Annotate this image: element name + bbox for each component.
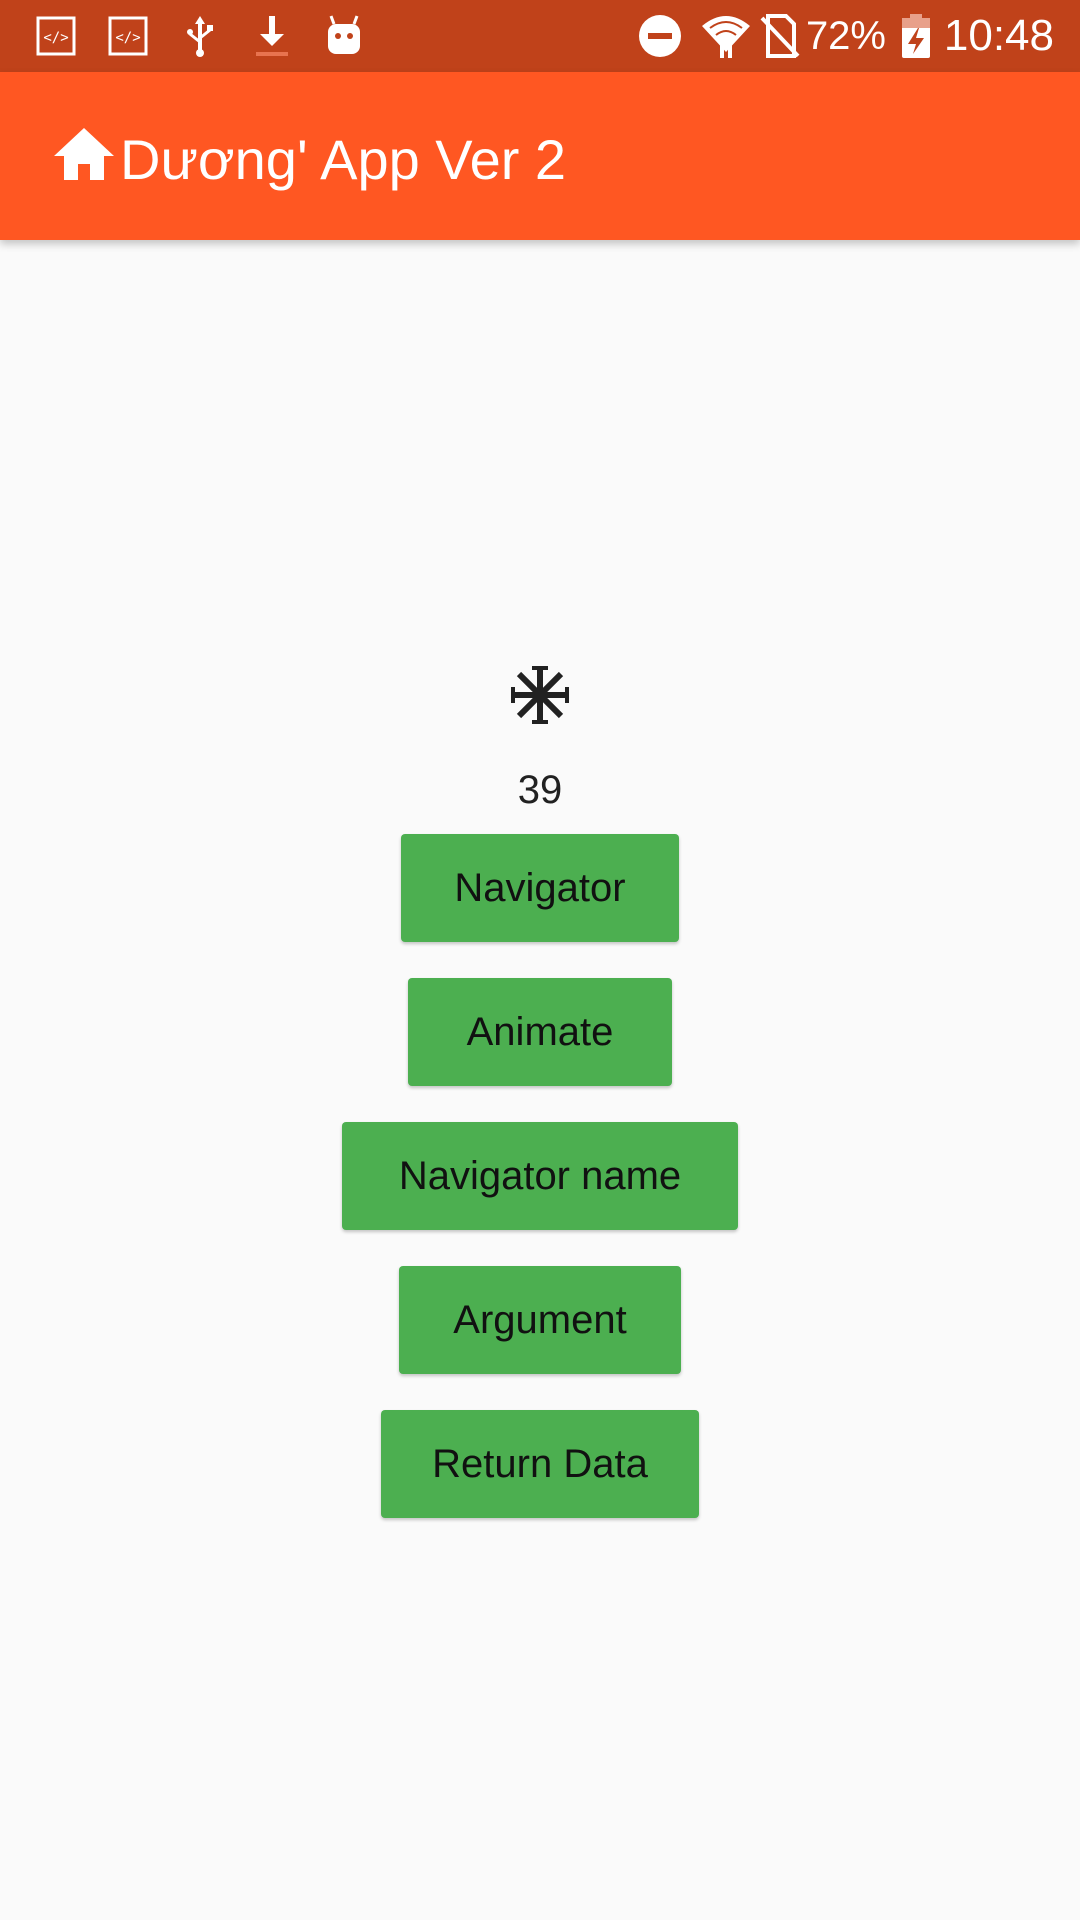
download-icon <box>248 12 296 60</box>
home-icon[interactable] <box>52 122 116 186</box>
status-time: 10:48 <box>943 11 1054 60</box>
animate-button[interactable]: Animate <box>408 978 672 1086</box>
main-content: 39 Navigator Animate Navigator name Argu… <box>0 240 1080 1920</box>
snowflake-icon <box>509 664 571 726</box>
status-bar: </> </> 72% 10:48 <box>0 0 1080 72</box>
code-icon: </> <box>104 12 152 60</box>
app-bar: Dương' App Ver 2 <box>0 72 1080 240</box>
usb-icon <box>176 12 224 60</box>
do-not-disturb-icon <box>636 12 684 60</box>
counter-value: 39 <box>517 768 563 812</box>
svg-text:</>: </> <box>115 30 140 46</box>
navigator-name-button[interactable]: Navigator name <box>342 1122 738 1230</box>
code-icon: </> <box>32 12 80 60</box>
argument-button[interactable]: Argument <box>399 1266 681 1374</box>
svg-text:</>: </> <box>43 30 68 46</box>
android-icon <box>320 12 368 60</box>
page-title: Dương' App Ver 2 <box>120 128 567 191</box>
navigator-button[interactable]: Navigator <box>401 834 679 942</box>
battery-percent: 72% <box>805 14 886 58</box>
no-sim-icon <box>756 12 804 60</box>
return-data-button[interactable]: Return Data <box>381 1410 699 1518</box>
wifi-icon <box>700 12 750 60</box>
battery-charging-icon <box>896 12 944 60</box>
